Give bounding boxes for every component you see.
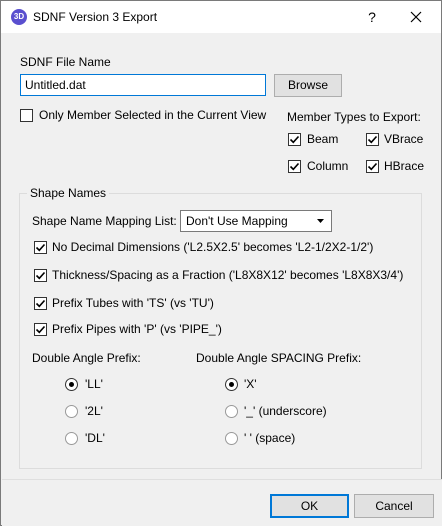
fraction-checkbox[interactable] bbox=[34, 269, 47, 282]
spacing-space-label: ' ' (space) bbox=[244, 431, 296, 445]
no-decimal-checkbox[interactable] bbox=[34, 241, 47, 254]
mapping-list-dropdown[interactable]: Don't Use Mapping bbox=[180, 210, 332, 232]
title-bar: 3D SDNF Version 3 Export ? bbox=[1, 1, 441, 33]
app-icon: 3D bbox=[11, 9, 27, 25]
checkmark-icon bbox=[289, 135, 300, 144]
hbrace-label: HBrace bbox=[384, 159, 425, 173]
prefix-2l-radio[interactable] bbox=[65, 405, 78, 418]
prefix-tubes-label: Prefix Tubes with 'TS' (vs 'TU') bbox=[52, 296, 214, 310]
chevron-down-icon bbox=[317, 219, 324, 223]
only-selected-checkbox[interactable] bbox=[20, 109, 33, 122]
radio-selected-dot bbox=[69, 382, 74, 387]
hbrace-checkbox[interactable] bbox=[366, 160, 379, 173]
fraction-label: Thickness/Spacing as a Fraction ('L8X8X1… bbox=[52, 268, 404, 282]
close-button[interactable] bbox=[401, 5, 431, 29]
checkmark-icon bbox=[35, 299, 46, 308]
close-icon bbox=[410, 11, 422, 23]
spacing-x-label: 'X' bbox=[244, 377, 257, 391]
beam-checkbox[interactable] bbox=[288, 133, 301, 146]
prefix-pipes-label: Prefix Pipes with 'P' (vs 'PIPE_') bbox=[52, 322, 222, 336]
double-angle-spacing-label: Double Angle SPACING Prefix: bbox=[196, 351, 362, 365]
column-label: Column bbox=[307, 159, 349, 173]
window-title: SDNF Version 3 Export bbox=[33, 10, 158, 24]
radio-selected-dot bbox=[229, 382, 234, 387]
column-checkbox[interactable] bbox=[288, 160, 301, 173]
member-types-label: Member Types to Export: bbox=[287, 110, 421, 124]
double-angle-prefix-label: Double Angle Prefix: bbox=[32, 351, 141, 365]
shape-names-title: Shape Names bbox=[27, 186, 110, 200]
vbrace-checkbox[interactable] bbox=[366, 133, 379, 146]
cancel-button[interactable]: Cancel bbox=[354, 494, 434, 518]
checkmark-icon bbox=[35, 325, 46, 334]
checkmark-icon bbox=[35, 271, 46, 280]
help-button[interactable]: ? bbox=[357, 5, 387, 29]
export-dialog: 3D SDNF Version 3 Export ? SDNF File Nam… bbox=[0, 0, 442, 526]
spacing-x-radio[interactable] bbox=[225, 378, 238, 391]
prefix-tubes-checkbox[interactable] bbox=[34, 297, 47, 310]
checkmark-icon bbox=[367, 162, 378, 171]
prefix-pipes-checkbox[interactable] bbox=[34, 323, 47, 336]
spacing-underscore-label: '_' (underscore) bbox=[244, 404, 327, 418]
ok-button[interactable]: OK bbox=[270, 494, 349, 518]
checkmark-icon bbox=[35, 243, 46, 252]
vbrace-label: VBrace bbox=[384, 132, 424, 146]
beam-label: Beam bbox=[307, 132, 339, 146]
file-name-label: SDNF File Name bbox=[20, 55, 111, 69]
prefix-2l-label: '2L' bbox=[85, 404, 103, 418]
mapping-list-label: Shape Name Mapping List: bbox=[32, 214, 177, 228]
no-decimal-label: No Decimal Dimensions ('L2.5X2.5' become… bbox=[52, 240, 374, 254]
prefix-dl-radio[interactable] bbox=[65, 432, 78, 445]
spacing-underscore-radio[interactable] bbox=[225, 405, 238, 418]
dialog-footer: OK Cancel bbox=[2, 479, 442, 526]
browse-button[interactable]: Browse bbox=[274, 74, 342, 97]
only-selected-label: Only Member Selected in the Current View bbox=[39, 108, 267, 122]
mapping-list-value: Don't Use Mapping bbox=[186, 214, 288, 228]
prefix-ll-radio[interactable] bbox=[65, 378, 78, 391]
checkmark-icon bbox=[289, 162, 300, 171]
checkmark-icon bbox=[367, 135, 378, 144]
prefix-ll-label: 'LL' bbox=[85, 377, 103, 391]
file-name-input[interactable] bbox=[20, 74, 266, 96]
spacing-space-radio[interactable] bbox=[225, 432, 238, 445]
prefix-dl-label: 'DL' bbox=[85, 431, 105, 445]
